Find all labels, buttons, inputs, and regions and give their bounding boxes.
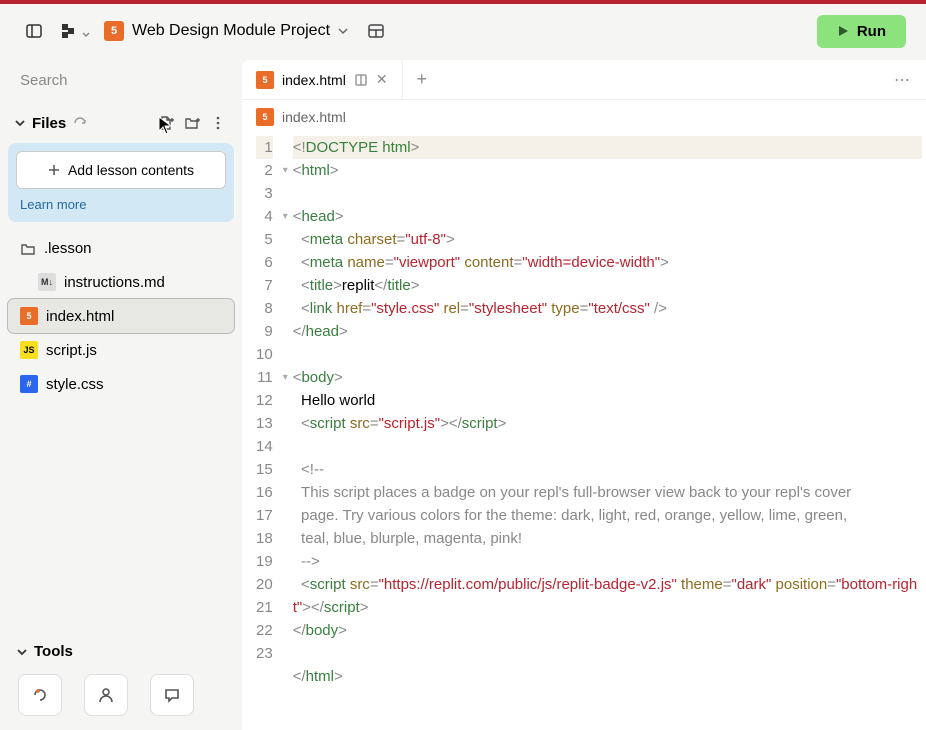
- new-folder-button[interactable]: [182, 113, 202, 133]
- new-file-button[interactable]: [156, 113, 176, 133]
- project-name: Web Design Module Project: [132, 22, 330, 40]
- split-icon[interactable]: [354, 73, 368, 87]
- more-button[interactable]: [208, 113, 228, 133]
- code-editor[interactable]: 1234567891011121314151617181920212223 <!…: [242, 134, 926, 730]
- html-icon: 5: [104, 21, 124, 41]
- chevron-down-icon: [14, 117, 26, 129]
- panel-toggle-icon[interactable]: [20, 17, 48, 45]
- sync-icon[interactable]: [72, 116, 88, 130]
- file-tree-item[interactable]: .lesson: [8, 232, 234, 265]
- new-tab-button[interactable]: +: [403, 69, 442, 90]
- tool-user-button[interactable]: [84, 674, 128, 716]
- layout-icon[interactable]: [362, 17, 390, 45]
- files-header[interactable]: Files: [6, 107, 236, 139]
- file-tree: .lessonM↓instructions.md5index.htmlJSscr…: [6, 232, 236, 633]
- breadcrumb: 5 index.html: [242, 100, 926, 134]
- play-icon: [837, 25, 849, 37]
- chevron-down-icon: [16, 646, 28, 658]
- tool-chat-button[interactable]: [150, 674, 194, 716]
- file-tree-item[interactable]: JSscript.js: [8, 333, 234, 367]
- chevron-down-icon: [338, 26, 348, 36]
- tool-refresh-button[interactable]: [18, 674, 62, 716]
- learn-more-link[interactable]: Learn more: [16, 189, 226, 214]
- html-icon: 5: [256, 71, 274, 89]
- close-icon[interactable]: ✕: [376, 71, 388, 88]
- plus-icon: [48, 164, 60, 176]
- sidebar: Search Files Add lesson contents Learn m…: [0, 58, 242, 730]
- tab-bar: 5 index.html ✕ + ⋯: [242, 60, 926, 100]
- tab-index-html[interactable]: 5 index.html ✕: [242, 60, 403, 99]
- project-selector[interactable]: 5 Web Design Module Project: [104, 21, 348, 41]
- file-tree-item[interactable]: #style.css: [8, 367, 234, 401]
- file-tree-item[interactable]: 5index.html: [8, 299, 234, 333]
- add-lesson-button[interactable]: Add lesson contents: [16, 151, 226, 189]
- header: 5 Web Design Module Project Run: [0, 4, 926, 58]
- tab-more-button[interactable]: ⋯: [878, 70, 926, 90]
- lesson-panel: Add lesson contents Learn more: [8, 143, 234, 222]
- html-icon: 5: [256, 108, 274, 126]
- tools-header[interactable]: Tools: [6, 633, 236, 670]
- editor: 5 index.html ✕ + ⋯ 5 index.html 12345678…: [242, 60, 926, 730]
- run-button[interactable]: Run: [817, 15, 906, 48]
- search-input[interactable]: Search: [8, 62, 234, 99]
- file-tree-item[interactable]: M↓instructions.md: [8, 265, 234, 299]
- logo-icon[interactable]: [62, 17, 90, 45]
